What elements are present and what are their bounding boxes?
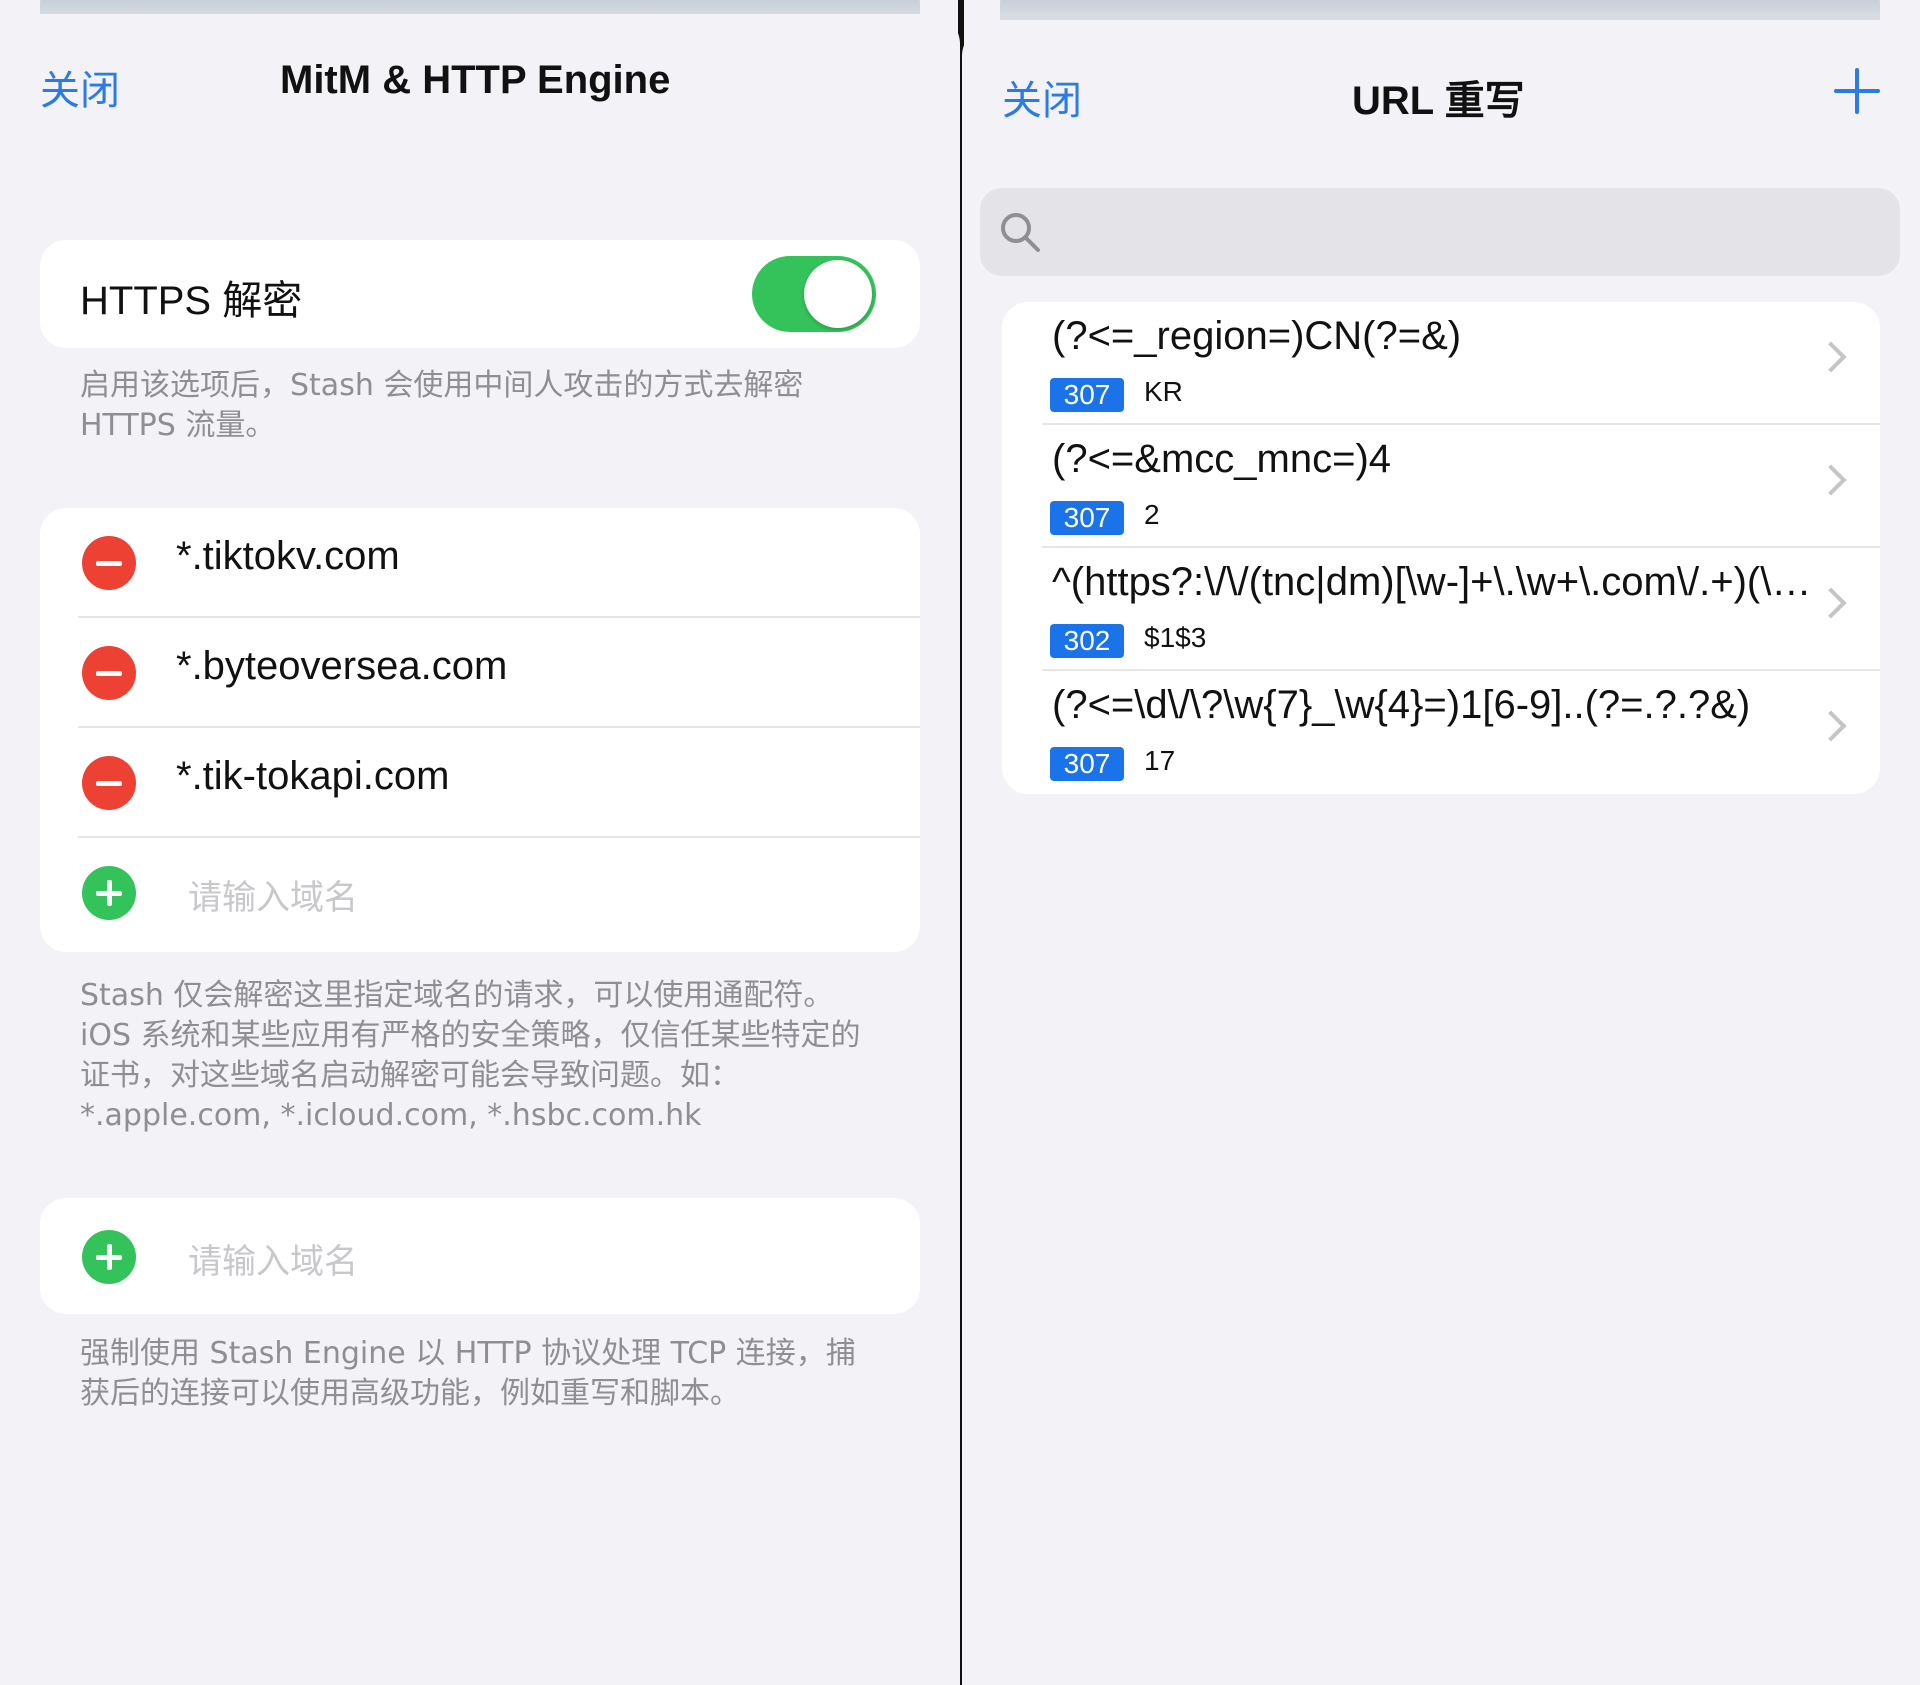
rule-pattern: (?<=&mcc_mnc=)4	[1052, 437, 1392, 481]
page-title: URL 重写	[1352, 79, 1525, 123]
rule-pattern: (?<=\d\/\?\w{7}_\w{4}=)1[6-9]..(?=.?.?&)	[1052, 683, 1751, 727]
status-badge: 302	[1050, 624, 1124, 658]
list-item[interactable]: (?<=&mcc_mnc=)4 307 2	[1002, 425, 1880, 548]
status-badge: 307	[1050, 501, 1124, 535]
list-item: *.byteoversea.com	[40, 618, 920, 728]
engine-footnote: 强制使用 Stash Engine 以 HTTP 协议处理 TCP 连接，捕获后…	[80, 1336, 856, 1411]
search-bar[interactable]	[980, 188, 1900, 276]
domain-text: *.tik-tokapi.com	[176, 754, 450, 798]
domain-text: *.byteoversea.com	[176, 644, 508, 688]
chevron-right-icon	[1815, 464, 1847, 496]
list-item[interactable]: (?<=_region=)CN(?=&) 307 KR	[1002, 302, 1880, 425]
close-button[interactable]: 关闭	[40, 58, 120, 116]
https-decrypt-label: HTTPS 解密	[80, 279, 303, 323]
search-input[interactable]	[1050, 204, 1874, 262]
url-rewrite-sheet: 关闭 URL 重写 (?<=_region=)CN(?=&) 307 KR (?…	[962, 26, 1920, 1685]
engine-domain-card	[40, 1198, 920, 1314]
add-icon[interactable]	[82, 866, 136, 920]
close-button[interactable]: 关闭	[1002, 68, 1082, 126]
https-decrypt-card: HTTPS 解密	[40, 240, 920, 348]
https-footnote: 启用该选项后，Stash 会使用中间人攻击的方式去解密 HTTPS 流量。	[80, 368, 804, 443]
background-sheet-right	[1000, 0, 1880, 20]
domains-footnote: Stash 仅会解密这里指定域名的请求，可以使用通配符。iOS 系统和某些应用有…	[80, 978, 861, 1133]
delete-icon[interactable]	[82, 756, 136, 810]
https-decrypt-toggle[interactable]	[752, 256, 876, 332]
domain-text: *.tiktokv.com	[176, 534, 400, 578]
list-item: *.tik-tokapi.com	[40, 728, 920, 838]
delete-icon[interactable]	[82, 646, 136, 700]
page-title: MitM & HTTP Engine	[280, 58, 671, 102]
rule-target: 2	[1144, 499, 1160, 530]
add-engine-domain-row	[40, 1202, 920, 1312]
engine-domain-input[interactable]	[186, 1236, 750, 1288]
rule-pattern: ^(https?:\/\/(tnc|dm)[\w-]+\.\w+\.com\/.…	[1052, 560, 1812, 604]
rule-target: 17	[1144, 745, 1176, 776]
toggle-knob	[804, 260, 872, 328]
status-badge: 307	[1050, 378, 1124, 412]
mitm-settings-sheet: 关闭 MitM & HTTP Engine HTTPS 解密 启用该选项后，St…	[0, 14, 960, 1685]
search-icon	[1001, 213, 1040, 252]
status-badge: 307	[1050, 747, 1124, 781]
plus-icon[interactable]	[1834, 68, 1880, 114]
rule-target: KR	[1144, 376, 1183, 407]
list-item[interactable]: (?<=\d\/\?\w{7}_\w{4}=)1[6-9]..(?=.?.?&)…	[1002, 671, 1880, 794]
chevron-right-icon	[1815, 587, 1847, 619]
list-item[interactable]: ^(https?:\/\/(tnc|dm)[\w-]+\.\w+\.com\/.…	[1002, 548, 1880, 671]
domain-list-card: *.tiktokv.com *.byteoversea.com *.tik-to…	[40, 508, 920, 952]
domain-input[interactable]	[186, 872, 750, 924]
chevron-right-icon	[1815, 710, 1847, 742]
delete-icon[interactable]	[82, 536, 136, 590]
rule-target: $1$3	[1144, 622, 1207, 653]
add-icon[interactable]	[82, 1230, 136, 1284]
list-item: *.tiktokv.com	[40, 508, 920, 618]
add-domain-row	[40, 838, 920, 948]
rule-pattern: (?<=_region=)CN(?=&)	[1052, 314, 1462, 358]
rewrite-rule-list: (?<=_region=)CN(?=&) 307 KR (?<=&mcc_mnc…	[1002, 302, 1880, 794]
chevron-right-icon	[1815, 341, 1847, 373]
